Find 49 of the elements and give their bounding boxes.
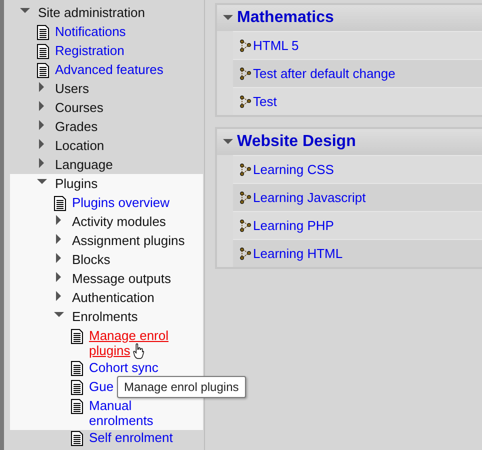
course-link[interactable]: Learning PHP <box>253 218 334 233</box>
tree-link[interactable]: Registration <box>55 41 124 58</box>
tree-item[interactable]: Grades <box>55 117 98 134</box>
tree-item[interactable]: Site administration <box>38 3 145 20</box>
document-icon <box>71 399 83 415</box>
tree-item[interactable]: Courses <box>55 98 104 115</box>
tree-link[interactable]: Manual enrolments <box>89 396 192 428</box>
course-link[interactable]: Learning Javascript <box>253 190 366 205</box>
document-icon <box>54 196 66 212</box>
tree-item[interactable]: Enrolments <box>72 307 138 324</box>
category-title[interactable]: Mathematics <box>237 9 334 27</box>
document-icon <box>37 25 49 41</box>
tree-item[interactable]: Authentication <box>72 288 154 305</box>
dotted-node-icon <box>239 94 251 108</box>
tree-link[interactable]: Plugins overview <box>72 193 170 210</box>
tree-link[interactable]: Self enrolment <box>89 428 173 445</box>
tree-link[interactable]: Manage enrol plugins <box>89 326 192 358</box>
tree-item[interactable]: Blocks <box>72 250 110 267</box>
dotted-node-icon <box>239 66 251 80</box>
tree-link[interactable]: Advanced features <box>55 60 164 77</box>
tree-link[interactable]: Gue <box>89 377 114 394</box>
category-title[interactable]: Website Design <box>237 133 356 151</box>
course-link[interactable]: Learning HTML <box>253 246 343 261</box>
dotted-node-icon <box>239 246 251 260</box>
dotted-node-icon <box>239 162 251 176</box>
document-icon <box>37 44 49 60</box>
course-link[interactable]: HTML 5 <box>253 38 299 53</box>
tree-item[interactable]: Assignment plugins <box>72 231 185 248</box>
hand-cursor-icon <box>133 343 144 359</box>
tree-item[interactable]: Location <box>55 136 104 153</box>
course-link[interactable]: Test after default change <box>253 66 396 81</box>
tree-item[interactable]: Language <box>55 155 113 172</box>
document-icon <box>71 361 83 377</box>
dotted-node-icon <box>239 218 251 232</box>
tree-item[interactable]: Message outputs <box>72 269 172 286</box>
tooltip: Manage enrol plugins <box>117 376 246 398</box>
dotted-node-icon <box>239 190 251 204</box>
tree-item[interactable]: Activity modules <box>72 212 166 229</box>
document-icon <box>71 431 83 447</box>
tree-link[interactable]: Notifications <box>55 22 126 39</box>
tree-item[interactable]: Users <box>55 79 89 96</box>
course-link[interactable]: Learning CSS <box>253 162 334 177</box>
course-link[interactable]: Test <box>253 94 277 109</box>
document-icon <box>71 329 83 345</box>
document-icon <box>37 63 49 79</box>
tree-item[interactable]: Plugins <box>55 174 98 191</box>
dotted-node-icon <box>239 38 251 52</box>
document-icon <box>71 380 83 396</box>
tree-link[interactable]: Cohort sync <box>89 358 158 375</box>
